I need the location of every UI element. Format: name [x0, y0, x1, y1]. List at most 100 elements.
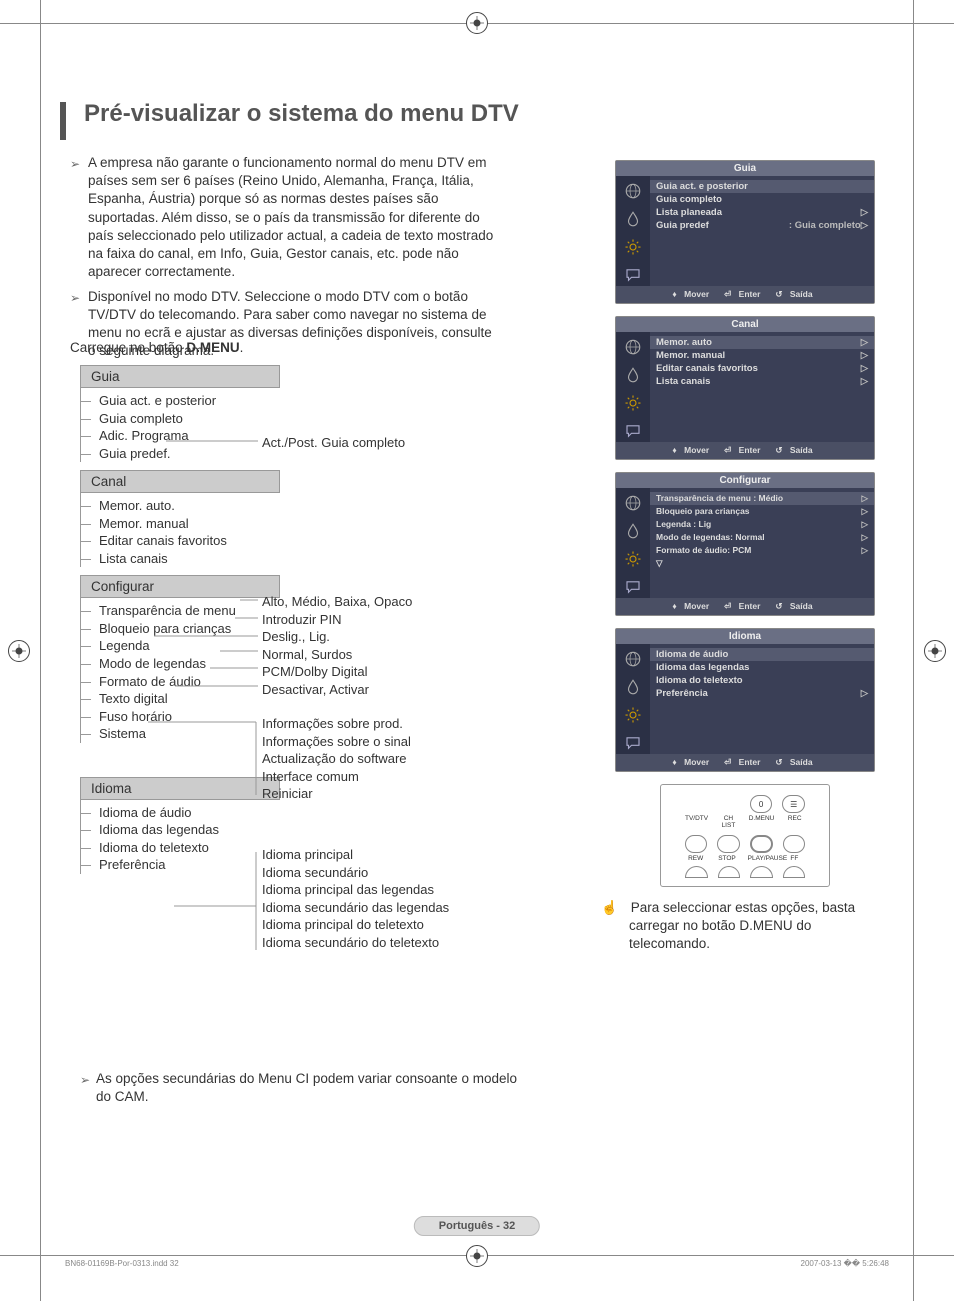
remote-label: TV/DTV	[685, 815, 708, 829]
tree-item: Memor. auto.	[95, 497, 510, 515]
tree-value: Introduzir PIN	[262, 611, 412, 629]
gear-icon	[624, 238, 642, 256]
tree-value: Idioma secundário das legendas	[262, 899, 449, 917]
tree-value: PCM/Dolby Digital	[262, 663, 412, 681]
tree-value: Desactivar, Activar	[262, 681, 412, 699]
remote-button	[717, 835, 739, 853]
osd-nav-bar: ♦ Mover⏎ Enter↺ Saída	[616, 442, 874, 459]
osd-panel-canal: Canal Memor. auto▷ Memor. manual▷ Editar…	[615, 316, 875, 460]
osd-row-label: ▽	[656, 558, 663, 569]
tree-value: Idioma principal	[262, 846, 449, 864]
speech-icon	[624, 266, 642, 284]
osd-row-label: Lista planeada	[656, 207, 722, 218]
title-bar	[60, 102, 66, 140]
osd-row-label: Preferência	[656, 688, 708, 699]
intro-paragraph: A empresa não garante o funcionamento no…	[88, 154, 496, 282]
tree-value: Interface comum	[262, 768, 412, 786]
globe-icon	[624, 182, 642, 200]
osd-nav-bar: ♦ Mover⏎ Enter↺ Saída	[616, 598, 874, 615]
osd-row-label: Bloqueio para crianças	[656, 506, 750, 517]
osd-panel-idioma: Idioma Idioma de áudio Idioma das legend…	[615, 628, 875, 772]
osd-row-label: Lista canais	[656, 376, 710, 387]
speech-icon	[624, 578, 642, 596]
remote-label: REC	[784, 815, 805, 829]
remote-button	[783, 835, 805, 853]
instruction-text: Carregue no botão D.MENU.	[70, 340, 510, 355]
tree-header-canal: Canal	[80, 470, 280, 493]
osd-row-label: Idioma do teletexto	[656, 675, 743, 686]
remote-label: FF	[784, 855, 805, 862]
drop-icon	[624, 678, 642, 696]
remote-label: D.MENU	[749, 815, 775, 829]
osd-row-label: Guia predef	[656, 220, 709, 231]
registration-mark-icon	[924, 640, 946, 662]
tree-value: Idioma principal do teletexto	[262, 916, 449, 934]
osd-row-label: Memor. manual	[656, 350, 725, 361]
remote-diagram: 0 ☰ TV/DTV CH LIST D.MENU REC REW	[660, 784, 830, 887]
remote-button	[750, 866, 773, 878]
tree-item: Guia completo	[95, 410, 510, 428]
osd-title: Configurar	[616, 473, 874, 488]
tree-value: Idioma secundário	[262, 864, 449, 882]
gear-icon	[624, 394, 642, 412]
remote-button	[718, 866, 741, 878]
footer-filename: BN68-01169B-Por-0313.indd 32	[65, 1259, 179, 1268]
tree-value: Alto, Médio, Baixa, Opaco	[262, 593, 412, 611]
gear-icon	[624, 550, 642, 568]
remote-icon-button: ☰	[782, 795, 805, 813]
remote-label: CH LIST	[718, 815, 739, 829]
tree-value: Reiniciar	[262, 785, 412, 803]
drop-icon	[624, 366, 642, 384]
osd-row-label: Editar canais favoritos	[656, 363, 758, 374]
globe-icon	[624, 494, 642, 512]
osd-title: Canal	[616, 317, 874, 332]
bottom-note-text: As opções secundárias do Menu CI podem v…	[96, 1070, 520, 1106]
tree-value: Informações sobre o sinal	[262, 733, 412, 751]
bullet-arrow-icon: ➢	[80, 1070, 96, 1106]
tree-item: Lista canais	[95, 550, 510, 568]
remote-label: REW	[685, 855, 706, 862]
tree-value: Deslig., Lig.	[262, 628, 412, 646]
osd-row-label: Guia completo	[656, 194, 722, 205]
osd-row-label: Transparência de menu : Médio	[656, 493, 783, 504]
osd-title: Guia	[616, 161, 874, 176]
tree-header-guia: Guia	[80, 365, 280, 388]
page-title: Pré-visualizar o sistema do menu DTV	[84, 100, 519, 128]
remote-label: STOP	[716, 855, 737, 862]
tree-item: Guia act. e posterior	[95, 392, 510, 410]
osd-row-label: Formato de áudio: PCM	[656, 545, 751, 556]
drop-icon	[624, 522, 642, 540]
tree-value: Idioma secundário do teletexto	[262, 934, 449, 952]
remote-button	[685, 835, 707, 853]
globe-icon	[624, 650, 642, 668]
remote-button	[750, 835, 773, 853]
note-text: ☝ Para seleccionar estas opções, basta c…	[629, 899, 875, 954]
registration-mark-icon	[8, 640, 30, 662]
drop-icon	[624, 210, 642, 228]
remote-label: PLAY/PAUSE	[748, 855, 774, 862]
tree-item: Memor. manual	[95, 515, 510, 533]
tree-value: Idioma principal das legendas	[262, 881, 449, 899]
tree-item: Idioma das legendas	[95, 821, 510, 839]
tree-item: Editar canais favoritos	[95, 532, 510, 550]
registration-mark-icon	[466, 12, 488, 34]
remote-zero-button: 0	[750, 795, 773, 813]
gear-icon	[624, 706, 642, 724]
footer-timestamp: 2007-03-13 �� 5:26:48	[801, 1259, 889, 1268]
tree-item: Idioma de áudio	[95, 804, 510, 822]
speech-icon	[624, 422, 642, 440]
tree-value: Normal, Surdos	[262, 646, 412, 664]
tree-header-configurar: Configurar	[80, 575, 280, 598]
tree-value: Informações sobre prod.	[262, 715, 412, 733]
remote-button	[685, 866, 708, 878]
osd-row-label: Idioma das legendas	[656, 662, 749, 673]
remote-button	[783, 866, 806, 878]
tree-value: Act./Post. Guia completo	[262, 435, 405, 450]
tree-value: Actualização do software	[262, 750, 412, 768]
tree-header-idioma: Idioma	[80, 777, 280, 800]
hand-icon: ☝	[615, 899, 627, 917]
osd-row-label: Guia act. e posterior	[656, 181, 748, 192]
osd-row-label: Idioma de áudio	[656, 649, 728, 660]
osd-row-label: Memor. auto	[656, 337, 712, 348]
page-number: Português - 32	[414, 1216, 540, 1236]
